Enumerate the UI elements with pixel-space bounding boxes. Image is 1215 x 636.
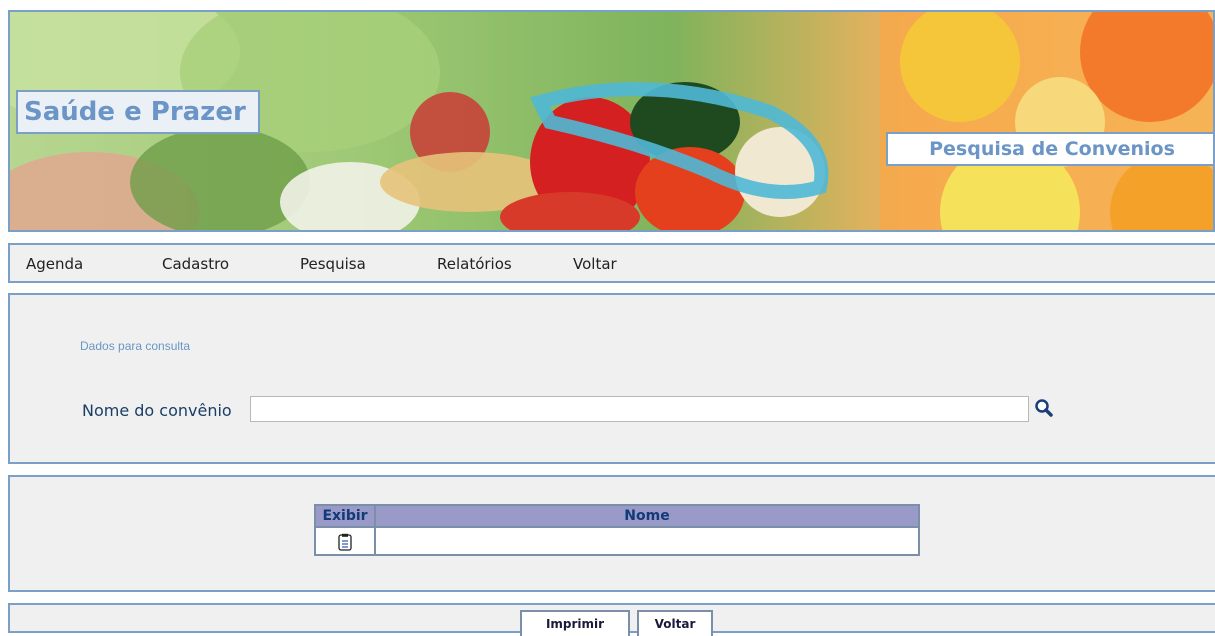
convenio-name-label: Nome do convênio xyxy=(82,401,232,420)
convenio-name-input[interactable] xyxy=(250,396,1029,422)
exibir-cell[interactable] xyxy=(314,526,376,556)
header-banner: Saúde e Prazer Pesquisa de Convenios xyxy=(8,10,1215,232)
column-header-nome: Nome xyxy=(374,504,920,528)
menu-item-voltar[interactable]: Voltar xyxy=(573,255,617,273)
section-label: Dados para consulta xyxy=(80,339,191,353)
page-title: Pesquisa de Convenios xyxy=(886,132,1213,166)
site-title: Saúde e Prazer xyxy=(16,90,260,134)
print-button[interactable]: Imprimir xyxy=(520,610,630,636)
search-panel: Dados para consulta Nome do convênio xyxy=(8,293,1215,464)
menu-item-agenda[interactable]: Agenda xyxy=(26,255,83,273)
main-menu: Agenda Cadastro Pesquisa Relatórios Volt… xyxy=(8,243,1215,283)
results-table: Exibir Nome xyxy=(314,504,920,556)
menu-item-relatorios[interactable]: Relatórios xyxy=(437,255,512,273)
document-icon[interactable] xyxy=(338,531,352,551)
magnifier-icon[interactable] xyxy=(1034,398,1054,418)
table-row xyxy=(314,526,920,556)
back-button[interactable]: Voltar xyxy=(637,610,713,636)
results-panel: Exibir Nome xyxy=(8,475,1215,592)
menu-item-cadastro[interactable]: Cadastro xyxy=(162,255,229,273)
menu-item-pesquisa[interactable]: Pesquisa xyxy=(300,255,366,273)
column-header-exibir: Exibir xyxy=(314,504,376,528)
nome-cell xyxy=(374,526,920,556)
